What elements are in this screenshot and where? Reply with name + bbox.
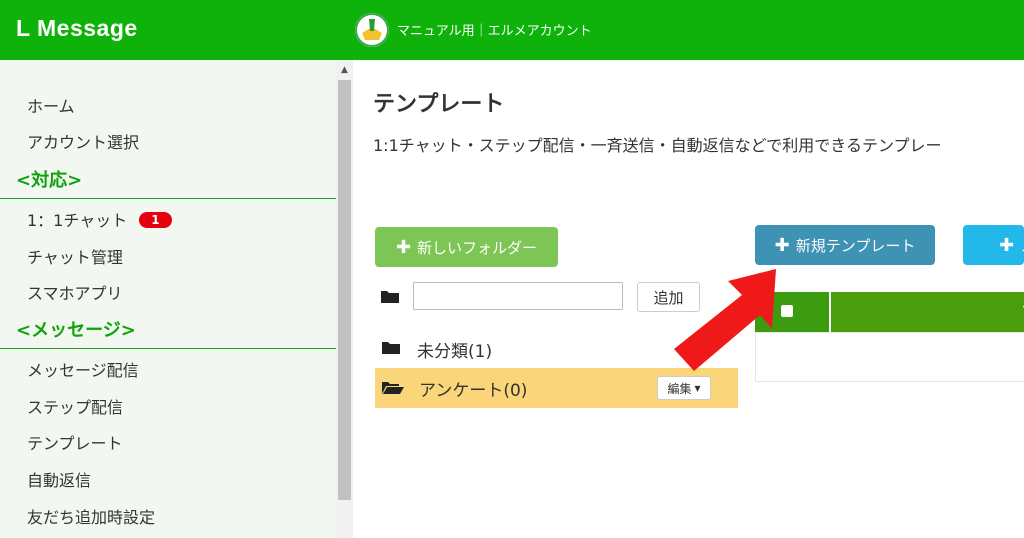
sidebar-scrollbar-thumb[interactable]	[338, 80, 351, 500]
app-header: L Message マニュアル用｜エルメアカウント	[0, 0, 1024, 60]
sidebar-item-chat-manage[interactable]: チャット管理	[27, 244, 123, 268]
plus-icon: ✚	[395, 236, 412, 258]
caret-down-icon: ▾	[694, 381, 701, 395]
chat-unread-badge: 1	[139, 212, 172, 228]
scroll-up-arrow-icon[interactable]: ▲	[338, 64, 351, 76]
new-template-button-label: 新規テンプレート	[795, 236, 916, 255]
folder-item-uncategorized[interactable]: 未分類(1)	[417, 337, 492, 362]
sidebar-item-auto-reply[interactable]: 自動返信	[27, 467, 91, 491]
folder-icon	[381, 291, 399, 303]
edit-button-label: 編集	[667, 381, 692, 396]
sidebar-item-home[interactable]: ホーム	[27, 93, 75, 117]
sidebar-item-friend-add-settings[interactable]: 友だち追加時設定	[27, 504, 155, 528]
sidebar-divider	[0, 348, 336, 349]
sidebar: ホーム アカウント選択 <対応> 1：1チャット 1 チャット管理 スマホアプリ …	[0, 60, 336, 538]
sidebar-item-message-delivery[interactable]: メッセージ配信	[27, 357, 139, 381]
new-folder-button[interactable]: ✚ 新しいフォルダー	[375, 227, 558, 267]
plus-icon: ✚	[774, 234, 790, 256]
table-column-header: プッ	[831, 292, 1024, 361]
plus-icon: ✚	[999, 234, 1015, 256]
page-description: 1:1チャット・ステップ配信・一斉送信・自動返信などで利用できるテンプレー	[373, 136, 942, 155]
folder-icon	[382, 342, 400, 354]
sidebar-divider	[0, 198, 336, 199]
sidebar-item-step-delivery[interactable]: ステップ配信	[27, 394, 123, 418]
select-all-checkbox[interactable]	[781, 305, 793, 317]
template-table-header: プッ	[755, 292, 1024, 361]
sidebar-item-smartphone-app[interactable]: スマホアプリ	[27, 280, 123, 304]
sidebar-section-support: <対応>	[16, 170, 83, 191]
add-cyan-button[interactable]: ✚ ノ	[963, 225, 1024, 265]
folder-name-input[interactable]	[413, 282, 623, 310]
folder-open-icon	[382, 382, 404, 394]
new-template-button[interactable]: ✚ 新規テンプレート	[755, 225, 935, 265]
sidebar-item-chat-label: 1：1チャット	[27, 211, 128, 230]
new-folder-button-label: 新しいフォルダー	[417, 238, 538, 257]
red-arrow-icon	[674, 269, 776, 371]
folder-item-survey[interactable]: アンケート(0)	[419, 376, 527, 401]
template-table-body	[755, 332, 1024, 382]
sidebar-item-account-select[interactable]: アカウント選択	[27, 129, 139, 153]
cyan-button-label: ノ	[1020, 235, 1024, 256]
page-title: テンプレート	[373, 92, 505, 117]
folder-edit-dropdown[interactable]: 編集 ▾	[657, 376, 711, 400]
account-avatar-icon[interactable]	[355, 13, 389, 47]
app-logo[interactable]: L Message	[16, 15, 138, 42]
sidebar-item-chat[interactable]: 1：1チャット 1	[27, 207, 172, 231]
sidebar-item-template[interactable]: テンプレート	[27, 430, 123, 454]
sidebar-section-message: <メッセージ>	[16, 320, 136, 341]
account-name[interactable]: マニュアル用｜エルメアカウント	[397, 20, 592, 39]
